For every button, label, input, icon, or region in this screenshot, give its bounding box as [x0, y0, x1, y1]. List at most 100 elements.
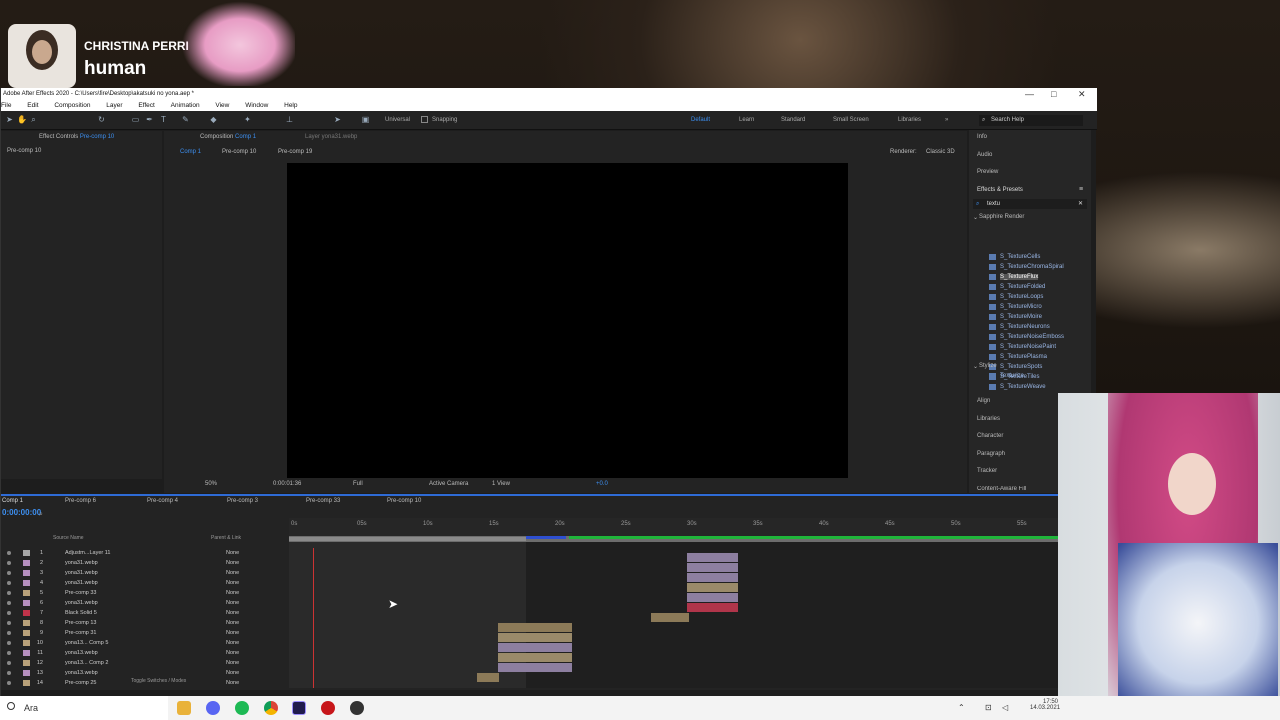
- exposure-value[interactable]: +0.0: [596, 481, 608, 487]
- layer-row[interactable]: 2 yona31.webp None: [1, 558, 289, 568]
- parent-select[interactable]: None: [226, 680, 239, 686]
- layer-name[interactable]: yona31.webp: [65, 580, 98, 586]
- effect-item[interactable]: S_TextureCells: [988, 254, 1040, 260]
- layer-duration-bar[interactable]: [687, 563, 738, 572]
- visibility-eye-icon[interactable]: [7, 641, 11, 645]
- tray-chevron-icon[interactable]: ⌃: [958, 703, 965, 712]
- after-effects-icon[interactable]: [292, 701, 306, 715]
- paragraph-panel-tab[interactable]: Paragraph: [977, 451, 1005, 457]
- layer-duration-bar[interactable]: [477, 673, 499, 682]
- parent-select[interactable]: None: [226, 590, 239, 596]
- effect-item[interactable]: S_TextureMoire: [988, 314, 1042, 320]
- info-panel-tab[interactable]: Info: [977, 134, 987, 140]
- layer-duration-bar[interactable]: [498, 663, 572, 672]
- menu-help[interactable]: Help: [284, 102, 297, 109]
- layer-name[interactable]: Pre-comp 13: [65, 620, 97, 626]
- effect-group-stylize[interactable]: Stylize: [979, 363, 997, 369]
- libraries-panel-tab[interactable]: Libraries: [977, 416, 1000, 422]
- spotify-icon[interactable]: [235, 701, 249, 715]
- parent-select[interactable]: None: [226, 620, 239, 626]
- layer-row[interactable]: 11 yona13.webp None: [1, 648, 289, 658]
- layer-name[interactable]: yona13.webp: [65, 650, 98, 656]
- parent-link-header[interactable]: Parent & Link: [211, 535, 241, 541]
- layer-duration-bar[interactable]: [687, 593, 738, 602]
- workspace-libraries[interactable]: Libraries: [898, 117, 921, 123]
- more-workspaces-icon[interactable]: »: [945, 117, 948, 123]
- layer-row[interactable]: 5 Pre-comp 33 None: [1, 588, 289, 598]
- layer-row[interactable]: 9 Pre-comp 31 None: [1, 628, 289, 638]
- menu-edit[interactable]: Edit: [27, 102, 38, 109]
- axis-tool-icon[interactable]: ⊥: [285, 115, 294, 124]
- effect-group-sapphire[interactable]: Sapphire Render: [979, 214, 1024, 220]
- label-color-swatch[interactable]: [23, 550, 30, 556]
- visibility-eye-icon[interactable]: [7, 571, 11, 575]
- parent-select[interactable]: None: [226, 610, 239, 616]
- workspace-standard[interactable]: Standard: [781, 117, 805, 123]
- effect-controls-tab[interactable]: Effect Controls Pre-comp 10: [39, 134, 114, 140]
- layer-duration-bar[interactable]: [651, 613, 689, 622]
- layer-row[interactable]: 10 yona13... Comp 5 None: [1, 638, 289, 648]
- timeline-tab-precomp6[interactable]: Pre-comp 6: [65, 498, 96, 504]
- layer-row[interactable]: 3 yona31.webp None: [1, 568, 289, 578]
- layer-name[interactable]: Pre-comp 31: [65, 630, 97, 636]
- menu-window[interactable]: Window: [245, 102, 268, 109]
- chevron-down-icon[interactable]: ⌄: [973, 214, 978, 221]
- timeline-tab-comp1[interactable]: Comp 1: [2, 498, 23, 504]
- workspace-default[interactable]: Default: [691, 117, 710, 123]
- parent-select[interactable]: None: [226, 580, 239, 586]
- parent-select[interactable]: None: [226, 650, 239, 656]
- menu-effect[interactable]: Effect: [138, 102, 155, 109]
- views-select[interactable]: 1 View: [492, 481, 510, 487]
- effect-item[interactable]: S_TextureMicro: [989, 304, 1042, 310]
- tracker-panel-tab[interactable]: Tracker: [977, 468, 997, 474]
- chrome-icon[interactable]: [264, 701, 278, 715]
- comp-subtab-precomp10[interactable]: Pre-comp 10: [222, 149, 256, 155]
- minimize-button[interactable]: —: [1025, 88, 1034, 100]
- parent-select[interactable]: None: [226, 570, 239, 576]
- label-color-swatch[interactable]: [23, 640, 30, 646]
- camera-select[interactable]: Active Camera: [429, 481, 468, 487]
- zoom-level[interactable]: 50%: [205, 481, 217, 487]
- menu-animation[interactable]: Animation: [171, 102, 200, 109]
- layer-row[interactable]: 1 Adjustm...Layer 11 None: [1, 548, 289, 558]
- layer-name[interactable]: Adjustm...Layer 11: [65, 550, 110, 556]
- chevron-down-icon[interactable]: ⌄: [973, 363, 978, 370]
- zoom-tool-icon[interactable]: ⌕: [29, 115, 38, 124]
- layer-duration-bar[interactable]: [687, 553, 738, 562]
- visibility-eye-icon[interactable]: [7, 631, 11, 635]
- composition-viewer[interactable]: [287, 163, 848, 478]
- rectangle-tool-icon[interactable]: ▭: [131, 115, 140, 124]
- resolution-select[interactable]: Full: [353, 481, 363, 487]
- obs-icon[interactable]: [350, 701, 364, 715]
- visibility-eye-icon[interactable]: [7, 591, 11, 595]
- network-icon[interactable]: ⊡: [985, 703, 992, 712]
- composition-tab[interactable]: Composition Comp 1: [200, 134, 256, 140]
- parent-select[interactable]: None: [226, 560, 239, 566]
- layer-duration-bar[interactable]: [498, 633, 572, 642]
- media-app-icon[interactable]: [321, 701, 335, 715]
- visibility-eye-icon[interactable]: [7, 671, 11, 675]
- layer-duration-bar[interactable]: [498, 653, 572, 662]
- toggle-switches-modes[interactable]: Toggle Switches / Modes: [131, 678, 186, 684]
- layer-row[interactable]: 12 yona13... Comp 2 None: [1, 658, 289, 668]
- text-tool-icon[interactable]: T: [159, 115, 168, 124]
- timeline-tab-precomp3[interactable]: Pre-comp 3: [227, 498, 258, 504]
- panel-menu-icon[interactable]: ≡: [1079, 186, 1083, 193]
- maximize-button[interactable]: □: [1051, 88, 1056, 100]
- visibility-eye-icon[interactable]: [7, 651, 11, 655]
- content-aware-fill-tab[interactable]: Content-Aware Fill: [977, 486, 1026, 492]
- effect-item[interactable]: S_TextureSpots: [988, 364, 1042, 370]
- visibility-eye-icon[interactable]: [7, 601, 11, 605]
- time-ruler[interactable]: 0s 05s 10s 15s 20s 25s 30s 35s 40s 45s 50s 55s: [289, 518, 1059, 536]
- volume-icon[interactable]: ◁: [1002, 703, 1008, 712]
- timeline-tab-precomp33[interactable]: Pre-comp 33: [306, 498, 340, 504]
- label-color-swatch[interactable]: [23, 660, 30, 666]
- effect-item[interactable]: S_TextureChromaSpiral: [989, 264, 1064, 270]
- layer-tracks[interactable]: [289, 542, 1059, 688]
- parent-select[interactable]: None: [226, 630, 239, 636]
- hand-tool-icon[interactable]: ✋: [17, 115, 27, 124]
- layer-row[interactable]: 7 Black Solid 5 None: [1, 608, 289, 618]
- timeline-timecode[interactable]: 0:00:00:00: [2, 508, 41, 517]
- layer-name[interactable]: yona13... Comp 2: [65, 660, 108, 666]
- menu-view[interactable]: View: [215, 102, 229, 109]
